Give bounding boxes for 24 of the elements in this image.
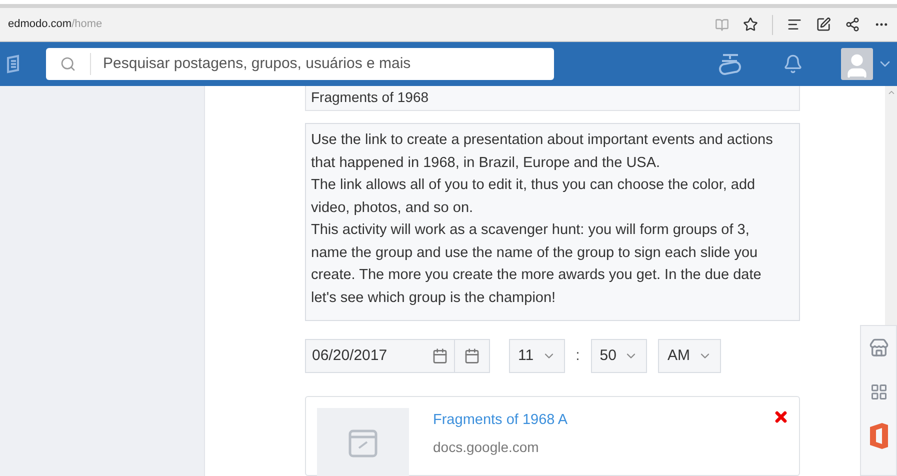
date-field[interactable]: 06/20/2017 [305, 339, 490, 373]
period-select[interactable]: AM [658, 339, 721, 373]
note-icon[interactable] [816, 17, 831, 32]
description-field[interactable]: Use the link to create a presentation about important events and actions that happened in 1968, in Brazil, Europe and the USA. The link allows all of you to edit it, thus you can choose the color, add video, photos, and so on. This activity will work as a scavenger hunt: you will form groups of 3, name the group and use the name of the group to sign each slide you create. The more you create the more awards you get. In the due date let's see which group is the champion! [305, 123, 800, 321]
notification-icon[interactable] [783, 54, 803, 74]
attachment-source: docs.google.com [433, 438, 540, 457]
store-icon[interactable] [868, 338, 888, 358]
apps-icon[interactable] [870, 383, 888, 401]
scroll-up-icon[interactable] [886, 88, 896, 97]
search-icon [60, 56, 76, 72]
title-field[interactable]: Fragments of 1968 [305, 86, 800, 111]
logo-icon[interactable] [6, 54, 20, 74]
share-icon[interactable] [845, 17, 860, 32]
search-bar[interactable]: Pesquisar postagens, grupos, usuários e mais [46, 48, 554, 80]
office-icon[interactable] [868, 422, 890, 450]
time-separator: : [576, 346, 580, 366]
minute-select[interactable]: 50 [590, 339, 648, 373]
favorite-icon[interactable] [743, 17, 758, 32]
calendar-icon[interactable] [432, 348, 448, 364]
remove-icon[interactable] [773, 409, 789, 425]
calendar-icon[interactable] [464, 348, 480, 364]
profile-avatar[interactable] [841, 48, 873, 80]
hour-select[interactable]: 11 [509, 339, 565, 373]
reading-view-icon[interactable] [715, 18, 729, 32]
